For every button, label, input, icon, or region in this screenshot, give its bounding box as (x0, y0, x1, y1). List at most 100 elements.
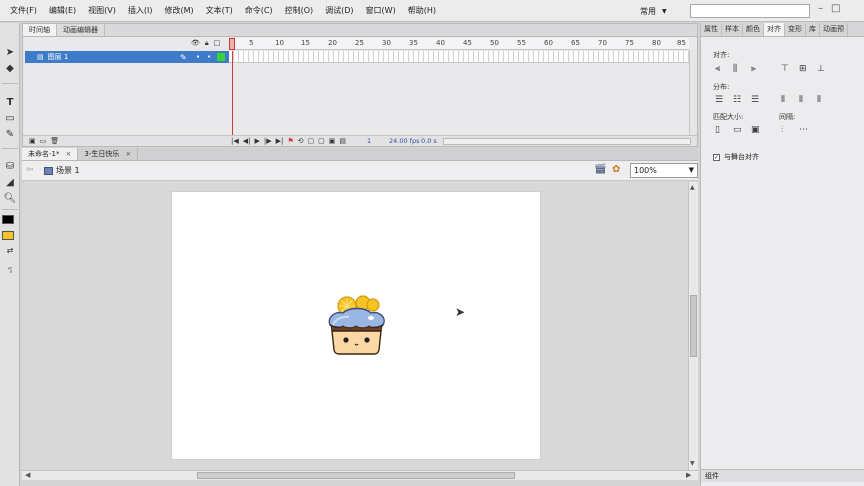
distribute-vcenter-icon[interactable]: ☷ (733, 95, 751, 105)
menu-view[interactable]: 视图(V) (82, 0, 122, 22)
scroll-right-icon[interactable]: ▶ (686, 471, 691, 479)
stroke-color-swatch[interactable] (2, 215, 14, 224)
step-forward-icon[interactable]: |▶ (264, 137, 272, 145)
brush-tool-icon[interactable]: ✎ (3, 127, 17, 141)
subselection-tool-icon[interactable]: ◆ (3, 61, 17, 75)
onion-skin-icon[interactable]: ▢ (308, 137, 315, 145)
outline-icon[interactable]: □ (214, 39, 221, 48)
tab-align[interactable]: 对齐 (764, 23, 785, 36)
workspace-switcher[interactable]: 常用 ▼ (640, 4, 667, 18)
zoom-select[interactable]: 100% ▼ (630, 163, 698, 178)
align-vcenter-icon[interactable]: ⊞ (799, 64, 817, 74)
onion-markers-icon[interactable]: ▤ (339, 137, 346, 145)
tab-transform[interactable]: 变形 (785, 23, 806, 36)
step-back-icon[interactable]: ◀| (243, 137, 251, 145)
loop-icon[interactable]: ⟲ (298, 137, 304, 145)
menu-debug[interactable]: 调试(D) (319, 0, 359, 22)
edit-symbol-icon[interactable]: ✿ (612, 164, 620, 175)
text-tool-icon[interactable]: T (3, 95, 17, 109)
distribute-bottom-icon[interactable]: ☰ (751, 95, 769, 105)
close-icon[interactable]: × (65, 148, 71, 160)
menu-file[interactable]: 文件(F) (0, 0, 43, 22)
layer-frames[interactable] (229, 51, 689, 63)
play-icon[interactable]: ▶ (255, 137, 260, 145)
zoom-tool-icon[interactable]: 🔍︎ (3, 191, 17, 205)
menu-insert[interactable]: 插入(I) (122, 0, 159, 22)
checkbox-checked-icon[interactable]: ✓ (713, 153, 720, 161)
tab-swatches[interactable]: 样本 (722, 23, 743, 36)
layer-row[interactable]: ▤ 图层 1 ✎ • • (23, 51, 697, 63)
tab-motion-presets[interactable]: 动画预 (820, 23, 848, 36)
scroll-up-icon[interactable]: ▲ (690, 184, 695, 191)
restore-icon[interactable]: □ (831, 3, 840, 14)
fill-color-swatch[interactable] (2, 231, 14, 240)
center-frame-icon[interactable]: ⚑ (287, 137, 293, 145)
tab-library[interactable]: 库 (806, 23, 820, 36)
menu-help[interactable]: 帮助(H) (402, 0, 442, 22)
tab-properties[interactable]: 属性 (701, 23, 722, 36)
timeline-vertical-scrollbar[interactable] (689, 50, 697, 136)
layer-name-cell[interactable]: ▤ 图层 1 ✎ • • (25, 51, 229, 63)
scene-breadcrumb[interactable]: 场景 1 (44, 165, 80, 176)
eye-icon[interactable]: 👁︎ (191, 39, 200, 48)
menu-commands[interactable]: 命令(C) (239, 0, 279, 22)
back-arrow-icon[interactable]: ⇦ (26, 165, 34, 175)
align-left-icon[interactable]: ⫷ (715, 64, 733, 74)
distribute-left-icon[interactable]: ⦀ (781, 95, 799, 105)
frame-rate[interactable]: 24.00 fps (389, 137, 419, 145)
paint-bucket-icon[interactable]: ⛁ (3, 159, 17, 173)
lock-icon[interactable]: 🔒︎ (205, 39, 209, 48)
stage-vertical-scrollbar[interactable]: ▲ ▼ (688, 182, 698, 470)
components-panel-tab[interactable]: 组件 (701, 469, 864, 482)
tab-motion-editor[interactable]: 动画编辑器 (57, 24, 105, 36)
onion-outline-icon[interactable]: ▢ (318, 137, 325, 145)
align-to-stage-checkbox[interactable]: ✓ 与舞台对齐 (713, 152, 759, 162)
doc-tab-untitled[interactable]: 未命名-1* × (22, 148, 79, 160)
new-layer-icon[interactable]: ▣ (29, 137, 36, 145)
help-search-input[interactable] (690, 4, 810, 18)
last-frame-icon[interactable]: ▶| (276, 137, 284, 145)
match-width-icon[interactable]: ▯ (715, 125, 733, 135)
lock-dot-icon[interactable]: • (207, 53, 211, 61)
pasteboard[interactable]: ➤ (22, 182, 688, 470)
edit-scene-icon[interactable]: 🎬︎ (594, 164, 607, 175)
frame-ruler[interactable]: 1 5 10 15 20 25 30 35 40 45 50 55 60 65 … (229, 38, 689, 50)
stage-canvas[interactable] (172, 192, 540, 459)
playhead-handle[interactable] (229, 38, 235, 50)
scroll-down-icon[interactable]: ▼ (690, 460, 695, 467)
visibility-dot-icon[interactable]: • (196, 53, 200, 61)
first-frame-icon[interactable]: |◀ (231, 137, 239, 145)
scrollbar-thumb[interactable] (690, 295, 697, 357)
outline-color-icon[interactable] (217, 53, 225, 61)
space-horizontal-icon[interactable]: ⋯ (799, 125, 817, 135)
space-vertical-icon[interactable]: ⫶ (781, 125, 799, 135)
selection-tool-icon[interactable]: ➤ (3, 45, 17, 59)
distribute-hcenter-icon[interactable]: ⦀ (799, 95, 817, 105)
snap-magnet-icon[interactable]: ร (3, 263, 17, 277)
swap-colors-icon[interactable]: ⇄ (3, 243, 17, 257)
close-icon[interactable]: × (125, 148, 131, 160)
minimize-icon[interactable]: – (818, 3, 823, 14)
align-top-icon[interactable]: ⊤ (781, 64, 799, 74)
cupcake-illustration[interactable] (325, 292, 387, 358)
new-folder-icon[interactable]: ▭ (40, 137, 47, 145)
delete-layer-icon[interactable]: 🗑︎ (50, 137, 59, 145)
distribute-top-icon[interactable]: ☰ (715, 95, 733, 105)
menu-control[interactable]: 控制(O) (279, 0, 320, 22)
menu-window[interactable]: 窗口(W) (360, 0, 402, 22)
align-hcenter-icon[interactable]: ⫼ (733, 64, 751, 74)
tab-color[interactable]: 颜色 (743, 23, 764, 36)
stage-horizontal-scrollbar[interactable]: ◀ ▶ (22, 470, 698, 480)
menu-modify[interactable]: 修改(M) (158, 0, 199, 22)
align-bottom-icon[interactable]: ⊥ (817, 64, 835, 74)
tab-timeline[interactable]: 时间轴 (23, 24, 57, 36)
rectangle-tool-icon[interactable]: ▭ (3, 111, 17, 125)
eraser-tool-icon[interactable]: ◢ (3, 175, 17, 189)
match-height-icon[interactable]: ▭ (733, 125, 751, 135)
match-both-icon[interactable]: ▣ (751, 125, 769, 135)
align-right-icon[interactable]: ⫸ (751, 64, 769, 74)
current-frame[interactable]: 1 (367, 137, 371, 145)
scroll-left-icon[interactable]: ◀ (25, 471, 30, 479)
scrollbar-thumb[interactable] (197, 472, 515, 479)
timeline-horizontal-scrollbar[interactable] (443, 138, 691, 145)
